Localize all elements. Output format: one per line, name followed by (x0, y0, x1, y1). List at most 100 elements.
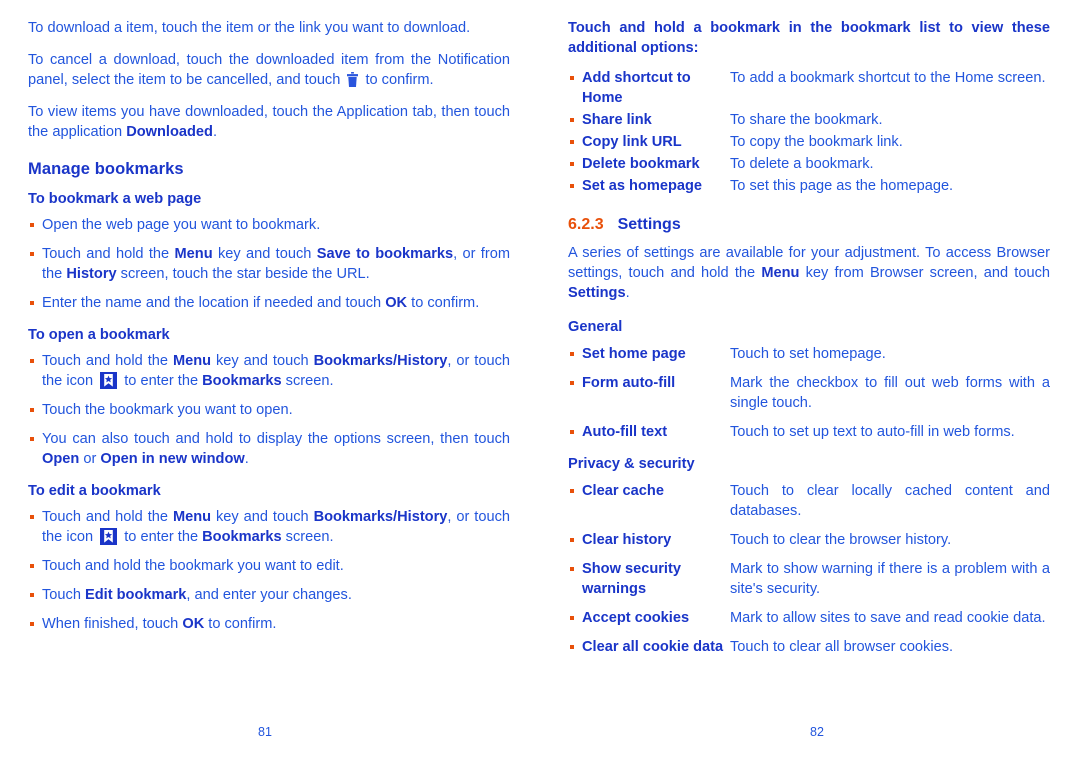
bookmark-options-intro-heading: Touch and hold a bookmark in the bookmar… (568, 20, 1050, 56)
definition-description: To share the bookmark. (730, 112, 883, 128)
text-run: to enter the (120, 529, 203, 545)
emphasis-term: Edit bookmark (85, 587, 187, 603)
emphasis-term: Bookmarks/History (313, 509, 448, 525)
text-run: key and touch (211, 353, 314, 369)
settings-section-number: 6.2.3 (568, 216, 604, 233)
emphasis-term: OK (182, 616, 205, 632)
text-run: To cancel a download, touch the download… (28, 52, 510, 88)
emphasis-term: Save to bookmarks (316, 246, 454, 262)
list-item: Enter the name and the location if neede… (28, 293, 510, 313)
text-run: To download a item, touch the item or th… (28, 20, 471, 36)
page-right: Touch and hold a bookmark in the bookmar… (540, 0, 1080, 767)
definition-term: Add shortcut to Home (568, 68, 730, 108)
text-run: Enter the name and the location if neede… (42, 295, 386, 311)
text-run: When finished, touch (42, 616, 183, 632)
bullet-list-to-edit-a-bookmark: Touch and hold the Menu key and touch Bo… (28, 507, 510, 634)
text-run: or (79, 451, 101, 467)
definition-description: Mark the checkbox to fill out web forms … (730, 375, 1050, 411)
text-run: to enter the (120, 373, 203, 389)
text-run: to confirm. (204, 616, 277, 632)
text-run: screen. (281, 373, 334, 389)
emphasis-term: Open (42, 451, 80, 467)
bullet-list-to-bookmark-a-web-page: Open the web page you want to bookmark. T… (28, 215, 510, 313)
emphasis-term: History (66, 266, 117, 282)
list-item: When finished, touch OK to confirm. (28, 614, 510, 634)
text-run: . (625, 285, 630, 301)
list-item: Touch the bookmark you want to open. (28, 400, 510, 420)
text-run: To view items you have downloaded, touch… (28, 104, 510, 140)
definition-description: To copy the bookmark link. (730, 134, 903, 150)
text-run: screen, touch the star beside the URL. (116, 266, 370, 282)
bookmark-star-icon (100, 372, 118, 389)
list-item: Touch and hold the bookmark you want to … (28, 556, 510, 576)
emphasis-term: Settings (568, 285, 626, 301)
list-item: Touch and hold the Menu key and touch Bo… (28, 351, 510, 391)
emphasis-term: Open in new window (100, 451, 245, 467)
text-run: Touch and hold the (42, 509, 173, 525)
definition-term: Form auto-fill (568, 373, 730, 393)
text-run: . (212, 124, 218, 140)
definition-row: Add shortcut to Home To add a bookmark sh… (568, 68, 1050, 108)
paragraph-cancel-download: To cancel a download, touch the download… (28, 50, 510, 90)
definition-term: Clear cache (568, 481, 730, 501)
definition-term: Accept cookies (568, 608, 730, 628)
text-run: Touch the bookmark you want to open. (42, 402, 293, 418)
page-left: To download a item, touch the item or th… (0, 0, 540, 767)
bookmark-star-icon (100, 528, 118, 545)
list-item: Open the web page you want to bookmark. (28, 215, 510, 235)
left-paragraph-block: To download a item, touch the item or th… (28, 18, 510, 142)
section-title-manage-bookmarks: Manage bookmarks (28, 160, 184, 178)
subsection-title-to-edit-a-bookmark: To edit a bookmark (28, 483, 161, 499)
list-item: Touch and hold the Menu key and touch Bo… (28, 507, 510, 547)
left-subsection-block: To bookmark a web page Open the web page … (28, 191, 510, 634)
definition-description: Touch to clear all browser cookies. (730, 639, 954, 655)
text-run: Touch and hold the (42, 246, 175, 262)
list-item: Touch and hold the Menu key and touch Sa… (28, 244, 510, 284)
bookmark-options-list: Add shortcut to Home To add a bookmark sh… (568, 68, 1050, 196)
definition-row: Copy link URL To copy the bookmark link. (568, 132, 1050, 152)
emphasis-term: Menu (172, 353, 212, 369)
trash-icon (347, 72, 359, 87)
subsection-title-to-open-a-bookmark: To open a bookmark (28, 327, 170, 343)
page-number-left: 81 (258, 725, 272, 739)
definition-row: Clear cache Touch to clear locally cached… (568, 481, 1050, 521)
text-run: Touch and hold the (42, 353, 173, 369)
definition-row: Accept cookies Mark to allow sites to sav… (568, 608, 1050, 628)
emphasis-term: Bookmarks/History (313, 353, 448, 369)
definition-term: Clear all cookie data (568, 637, 730, 657)
definition-row: Set home page Touch to set homepage. (568, 344, 1050, 364)
text-run: to confirm. (407, 295, 480, 311)
list-item: Touch Edit bookmark, and enter your chan… (28, 585, 510, 605)
text-run: . (244, 451, 249, 467)
definition-description: Touch to set homepage. (730, 346, 886, 362)
settings-list-privacy-security: Clear cache Touch to clear locally cached… (568, 481, 1050, 657)
emphasis-term: OK (385, 295, 408, 311)
paragraph-download-item: To download a item, touch the item or th… (28, 18, 510, 38)
definition-row: Auto-fill text Touch to set up text to au… (568, 422, 1050, 442)
emphasis-term: Menu (172, 509, 212, 525)
page-right-body: Touch and hold a bookmark in the bookmar… (568, 18, 1050, 657)
page-number-right: 82 (810, 725, 824, 739)
emphasis-term: Downloaded (126, 124, 213, 140)
definition-row: Show security warnings Mark to show warni… (568, 559, 1050, 599)
definition-description: Mark to show warning if there is a probl… (730, 561, 1050, 597)
settings-section-title: Settings (617, 216, 681, 233)
settings-section-heading: 6.2.3 Settings (568, 216, 1050, 234)
definition-row: Clear history Touch to clear the browser … (568, 530, 1050, 550)
definition-term: Clear history (568, 530, 730, 550)
emphasis-term: Bookmarks (202, 373, 282, 389)
settings-list-general: Set home page Touch to set homepage. Form … (568, 344, 1050, 442)
settings-intro-paragraph: A series of settings are available for y… (568, 243, 1050, 303)
text-run: key and touch (211, 509, 314, 525)
text-run: , and enter your changes. (186, 587, 352, 603)
bullet-list-to-open-a-bookmark: Touch and hold the Menu key and touch Bo… (28, 351, 510, 469)
text-run: Touch and hold the bookmark you want to … (42, 558, 344, 574)
text-run: to confirm. (361, 72, 434, 88)
settings-groups-block: General Set home page Touch to set homepag… (568, 319, 1050, 657)
text-run: You can also touch and hold to display t… (42, 431, 510, 447)
subsection-title-to-bookmark-a-web-page: To bookmark a web page (28, 191, 202, 207)
definition-row: Share link To share the bookmark. (568, 110, 1050, 130)
definition-description: Touch to set up text to auto-fill in web… (730, 424, 1015, 440)
definition-row: Set as homepage To set this page as the h… (568, 176, 1050, 196)
emphasis-term: Menu (761, 265, 800, 281)
